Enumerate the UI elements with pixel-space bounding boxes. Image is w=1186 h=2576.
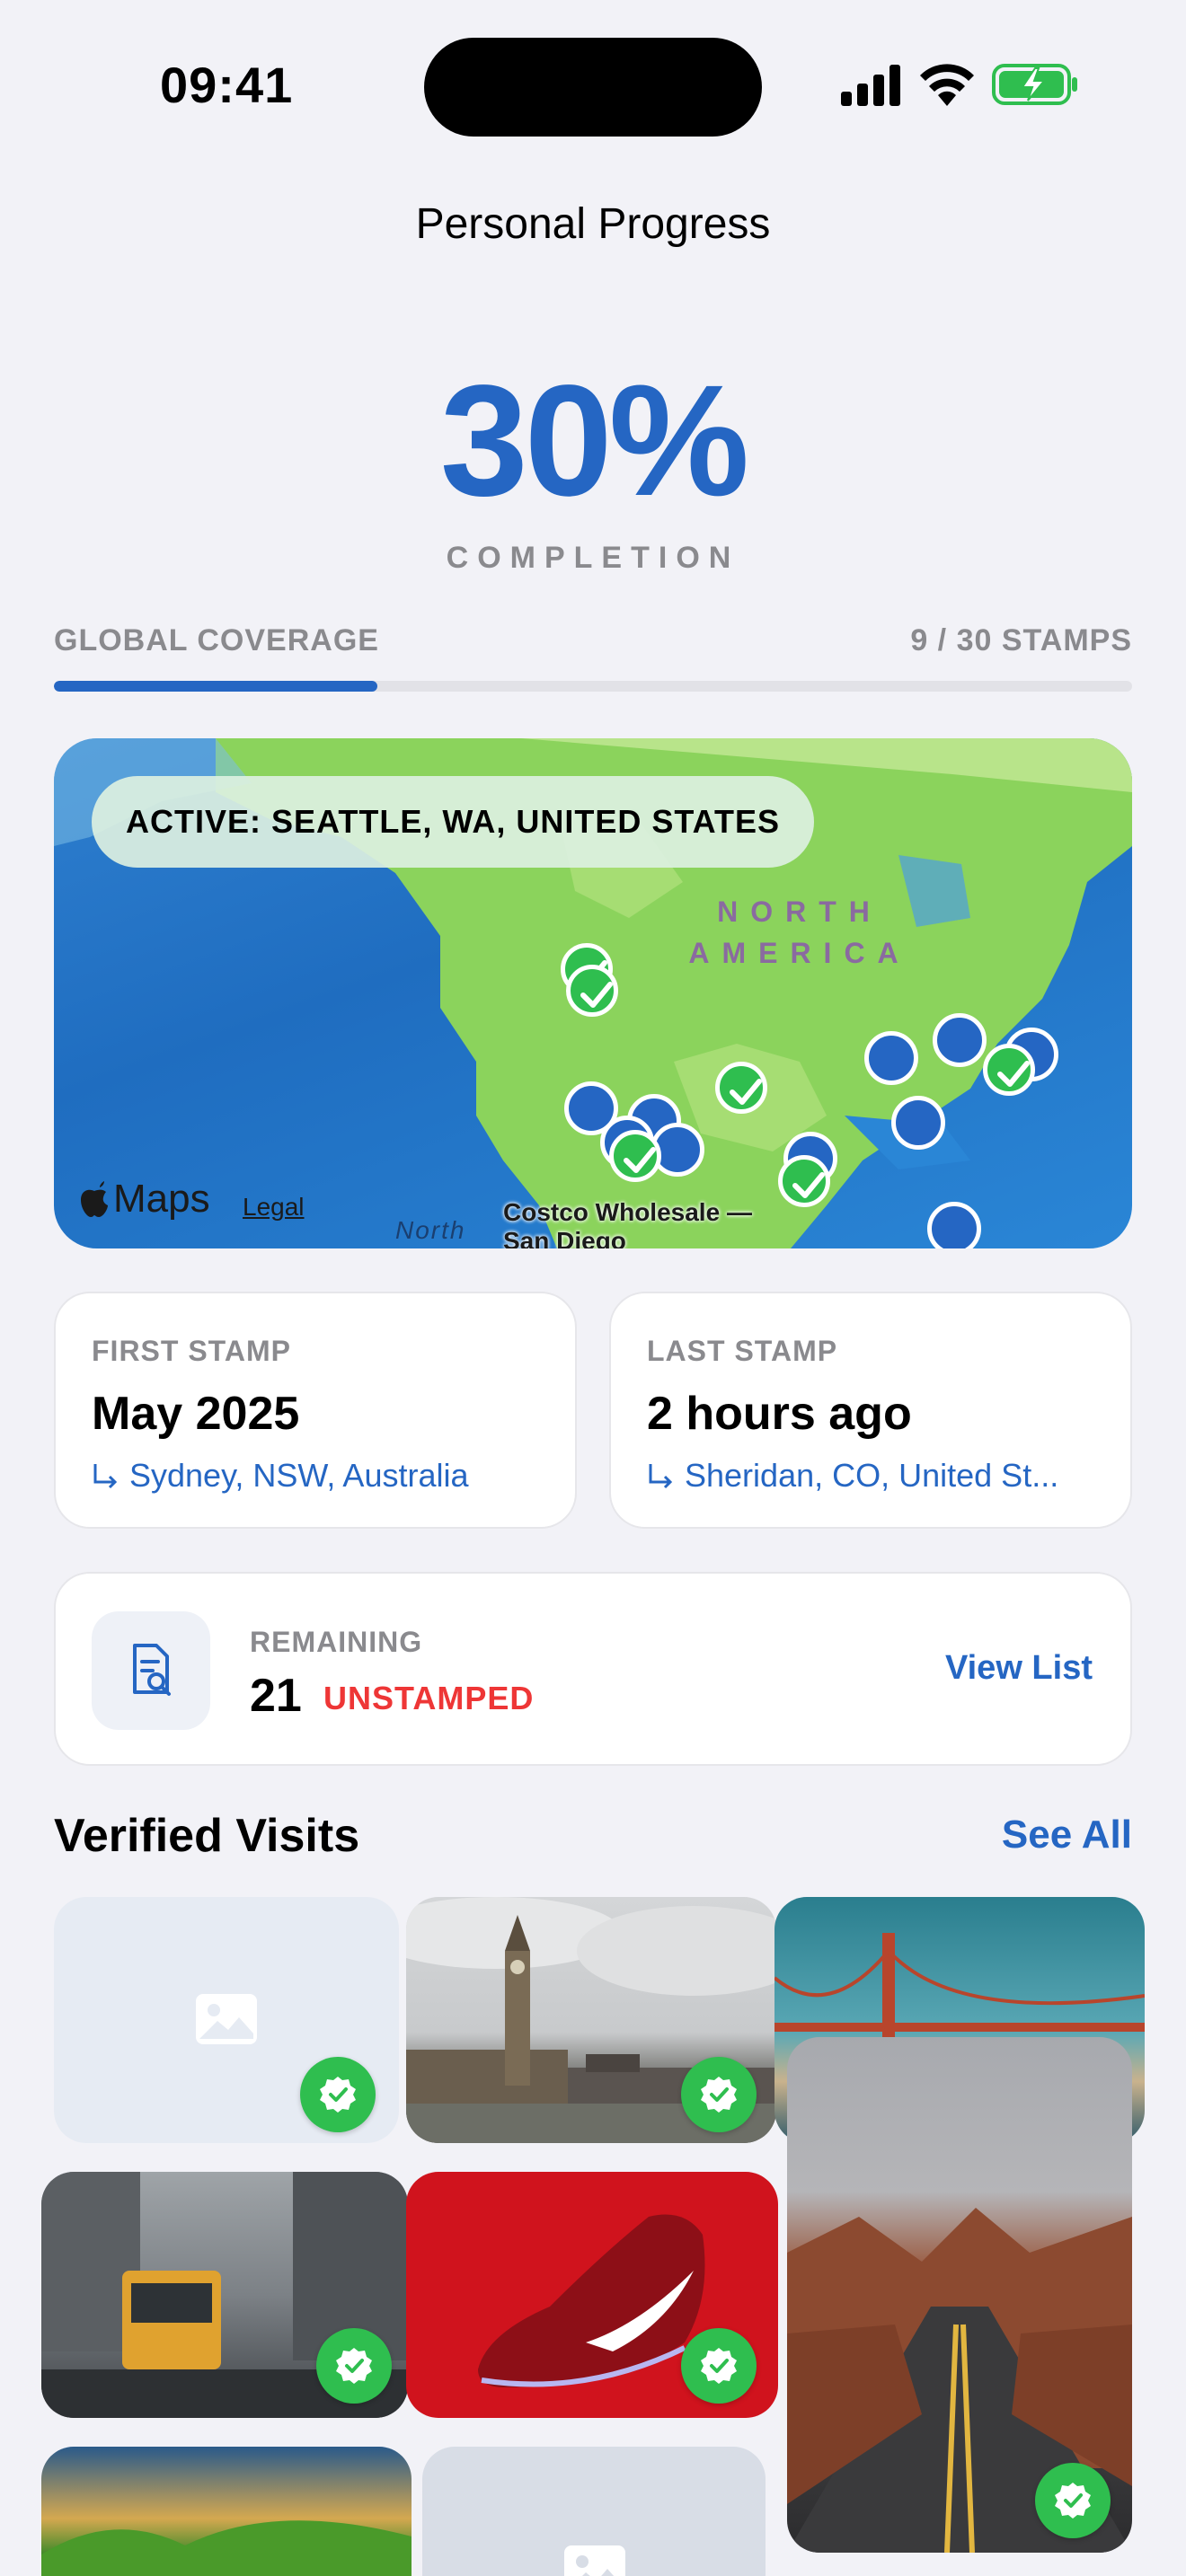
map-poi-label[interactable]: Costco Wholesale — San Diego [503, 1198, 791, 1248]
image-placeholder-icon [196, 1994, 257, 2044]
visit-photo-placeholder[interactable] [54, 1897, 399, 2143]
remaining-count: 21 [250, 1670, 302, 1722]
visit-photo-green-hills[interactable] [41, 2447, 412, 2576]
cellular-signal-icon [841, 65, 900, 106]
document-search-icon [92, 1611, 210, 1730]
first-stamp-card[interactable]: FIRST STAMP May 2025 Sydney, NSW, Austra… [54, 1292, 577, 1529]
map-pin-verified[interactable] [566, 965, 618, 1017]
verified-badge [300, 2057, 376, 2132]
first-stamp-location-text: Sydney, NSW, Australia [129, 1457, 469, 1494]
apple-logo-icon [81, 1181, 108, 1217]
coverage-count: 9 / 30 STAMPS [910, 623, 1132, 657]
last-stamp-card[interactable]: LAST STAMP 2 hours ago Sheridan, CO, Uni… [609, 1292, 1132, 1529]
active-location-pill[interactable]: ACTIVE: SEATTLE, WA, UNITED STATES [92, 776, 815, 868]
return-arrow-icon [93, 1464, 118, 1489]
map-pin[interactable] [933, 1013, 987, 1067]
battery-charging-icon [992, 64, 1077, 105]
remaining-status: UNSTAMPED [323, 1680, 535, 1716]
verified-badge [316, 2328, 392, 2404]
dynamic-island [424, 38, 762, 137]
coverage-label: GLOBAL COVERAGE [54, 623, 379, 657]
first-stamp-label: FIRST STAMP [92, 1335, 291, 1367]
map-partial-label: North [395, 1216, 466, 1244]
remaining-card[interactable]: REMAINING 21 UNSTAMPED View List [54, 1572, 1132, 1766]
return-arrow-icon [649, 1464, 673, 1489]
map-pin-verified[interactable] [983, 1044, 1035, 1096]
verified-badge [681, 2057, 757, 2132]
coverage-progress-fill [54, 681, 377, 692]
visit-photo-desert-road[interactable] [787, 2037, 1132, 2553]
first-stamp-location[interactable]: Sydney, NSW, Australia [92, 1457, 469, 1495]
maps-brand-text: Maps [113, 1177, 210, 1221]
view-list-button[interactable]: View List [945, 1649, 1093, 1688]
map-pin[interactable] [891, 1096, 945, 1150]
completion-percent: 30% [439, 353, 749, 529]
map-legal-link[interactable]: Legal [243, 1193, 305, 1222]
status-time: 09:41 [160, 57, 294, 113]
coverage-progress-bar [54, 681, 1132, 692]
verified-badge [681, 2328, 757, 2404]
completion-label: COMPLETION [446, 541, 740, 575]
wifi-icon [920, 64, 974, 106]
verified-badge [1035, 2463, 1111, 2538]
page-title: Personal Progress [415, 200, 771, 248]
verified-visits-title: Verified Visits [54, 1810, 360, 1862]
remaining-label: REMAINING [250, 1626, 423, 1658]
last-stamp-location-text: Sheridan, CO, United St... [685, 1457, 1059, 1494]
visit-photo-big-ben[interactable] [406, 1897, 776, 2143]
last-stamp-location[interactable]: Sheridan, CO, United St... [647, 1457, 1058, 1495]
map-pin[interactable] [927, 1202, 981, 1248]
visit-photo-snowy-bus[interactable] [41, 2172, 408, 2418]
coverage-map[interactable]: ACTIVE: SEATTLE, WA, UNITED STATES NORTH… [54, 738, 1132, 1248]
visit-photo-red-sneaker[interactable] [406, 2172, 778, 2418]
image-placeholder-icon [564, 2545, 625, 2576]
visit-photo-placeholder[interactable] [422, 2447, 766, 2576]
map-region-label: NORTH AMERICA [688, 895, 911, 969]
see-all-button[interactable]: See All [1002, 1813, 1132, 1857]
map-pin-verified[interactable] [715, 1062, 767, 1114]
apple-maps-logo: Maps [79, 1177, 210, 1222]
map-pin-verified[interactable] [609, 1130, 661, 1182]
first-stamp-value: May 2025 [92, 1388, 300, 1440]
last-stamp-label: LAST STAMP [647, 1335, 838, 1367]
map-pin[interactable] [864, 1031, 918, 1085]
green-hills-illustration [41, 2520, 412, 2576]
last-stamp-value: 2 hours ago [647, 1388, 912, 1440]
